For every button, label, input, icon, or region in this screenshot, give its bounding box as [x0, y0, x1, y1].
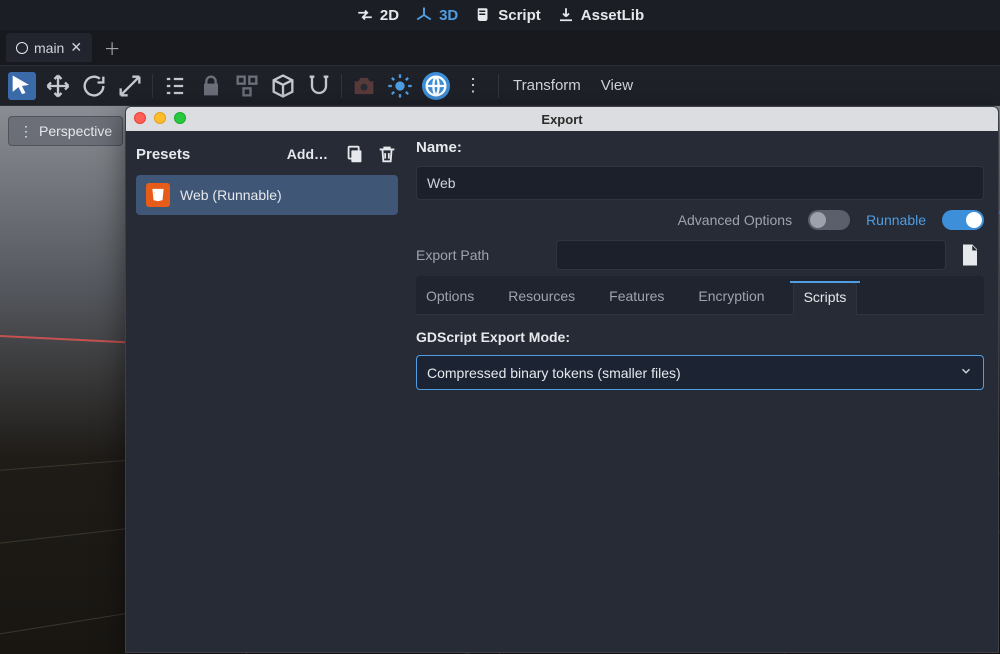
scale-tool-icon[interactable] [116, 72, 144, 100]
toolbar-overflow-button[interactable]: ⋮ [458, 75, 490, 96]
export-settings-panel: Name: Web Advanced Options Runnable Expo… [406, 131, 998, 652]
view-menu[interactable]: View [595, 77, 639, 94]
workspace-tab-3d-label: 3D [439, 7, 458, 24]
scene-tab-main-label: main [34, 40, 64, 56]
dialog-title: Export [541, 112, 582, 127]
workspace-tabs: 2D 3D Script AssetLib [0, 0, 1000, 30]
preset-copy-button[interactable] [344, 143, 366, 165]
script-mode-label: GDScript Export Mode: [416, 329, 984, 345]
close-icon[interactable]: ✕ [70, 39, 82, 56]
html5-icon [146, 183, 170, 207]
window-minimize-button[interactable] [154, 112, 166, 124]
group-tool-icon[interactable] [233, 72, 261, 100]
workspace-tab-2d-label: 2D [380, 7, 399, 24]
window-controls [134, 112, 186, 124]
script-icon [474, 6, 492, 24]
tab-scripts[interactable]: Scripts [793, 282, 858, 315]
scene-tabs: main ✕ ＋ [0, 30, 1000, 66]
advanced-options-label: Advanced Options [678, 212, 792, 228]
lock-tool-icon[interactable] [197, 72, 225, 100]
script-mode-select[interactable]: Compressed binary tokens (smaller files) [416, 355, 984, 390]
tab-options[interactable]: Options [420, 282, 480, 314]
separator [152, 74, 153, 98]
export-path-input[interactable] [556, 240, 946, 270]
tab-features[interactable]: Features [603, 282, 670, 314]
export-path-label: Export Path [416, 247, 546, 263]
preset-list: Web (Runnable) [136, 175, 398, 215]
preset-add-button[interactable]: Add… [287, 146, 328, 162]
preset-item-label: Web (Runnable) [180, 187, 282, 203]
cube-tool-icon[interactable] [269, 72, 297, 100]
window-zoom-button[interactable] [174, 112, 186, 124]
window-close-button[interactable] [134, 112, 146, 124]
workspace-tab-assetlib[interactable]: AssetLib [557, 6, 644, 24]
name-label: Name: [416, 139, 984, 156]
script-mode-value: Compressed binary tokens (smaller files) [427, 365, 681, 381]
move-tool-icon[interactable] [44, 72, 72, 100]
camera-tool-icon[interactable] [350, 72, 378, 100]
globe-tool-icon[interactable] [422, 72, 450, 100]
presets-panel: Presets Add… Web (Runnable) [126, 131, 406, 652]
perspective-label: Perspective [39, 123, 112, 139]
transform-menu[interactable]: Transform [507, 77, 587, 94]
workspace-tab-script[interactable]: Script [474, 6, 541, 24]
tab-resources[interactable]: Resources [502, 282, 581, 314]
presets-header-label: Presets [136, 146, 277, 163]
export-dialog: Export Presets Add… Web (Runnable) [125, 106, 999, 653]
workspace-tab-2d[interactable]: 2D [356, 6, 399, 24]
tab-encryption[interactable]: Encryption [692, 282, 770, 314]
viewport-toolbar: ⋮ Transform View [0, 66, 1000, 106]
rotate-tool-icon[interactable] [80, 72, 108, 100]
advanced-options-toggle[interactable] [808, 210, 850, 230]
name-input[interactable]: Web [416, 166, 984, 200]
preset-delete-button[interactable] [376, 143, 398, 165]
snap-tool-icon[interactable] [305, 72, 333, 100]
workspace-tab-3d[interactable]: 3D [415, 6, 458, 24]
preset-item-web[interactable]: Web (Runnable) [136, 175, 398, 215]
download-icon [557, 6, 575, 24]
select-tool-icon[interactable] [8, 72, 36, 100]
workspace-tab-script-label: Script [498, 7, 541, 24]
add-scene-button[interactable]: ＋ [98, 35, 126, 61]
scene-icon [16, 42, 28, 54]
export-path-browse-button[interactable] [956, 240, 984, 270]
export-tabs: Options Resources Features Encryption Sc… [416, 276, 984, 315]
perspective-button[interactable]: ⋮ Perspective [8, 116, 123, 146]
runnable-toggle[interactable] [942, 210, 984, 230]
separator [498, 74, 499, 98]
list-tool-icon[interactable] [161, 72, 189, 100]
scene-tab-main[interactable]: main ✕ [6, 33, 92, 62]
runnable-label: Runnable [866, 212, 926, 228]
sun-tool-icon[interactable] [386, 72, 414, 100]
dialog-titlebar[interactable]: Export [126, 107, 998, 131]
axes-3d-icon [415, 6, 433, 24]
swap-icon [356, 6, 374, 24]
workspace-tab-assetlib-label: AssetLib [581, 7, 644, 24]
chevron-down-icon [959, 364, 973, 381]
separator [341, 74, 342, 98]
